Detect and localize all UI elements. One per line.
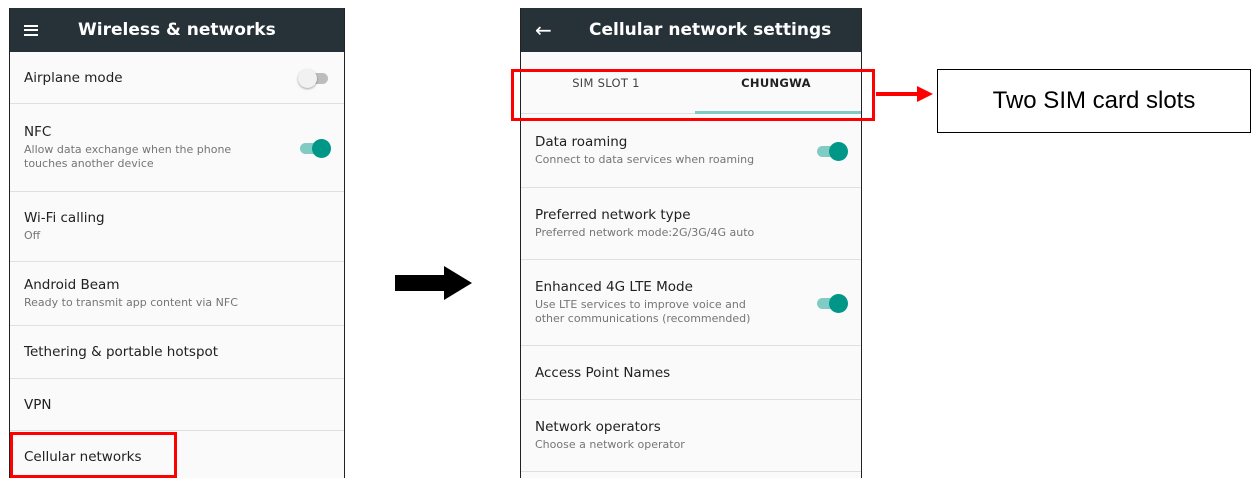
- android-beam-item[interactable]: Android Beam Ready to transmit app conte…: [10, 262, 344, 326]
- vpn-item[interactable]: VPN: [10, 379, 344, 431]
- item-summary: Off: [24, 228, 41, 242]
- sim-tabs-highlight: [511, 69, 875, 121]
- item-summary: Connect to data services when roaming: [535, 152, 755, 166]
- item-label: Preferred network type: [535, 206, 691, 223]
- data-roaming-item[interactable]: Data roaming Connect to data services wh…: [521, 114, 861, 188]
- item-label: Airplane mode: [24, 69, 123, 86]
- item-label: Wi-Fi calling: [24, 209, 105, 226]
- item-label: VPN: [24, 396, 52, 413]
- preferred-network-type-item[interactable]: Preferred network type Preferred network…: [521, 188, 861, 260]
- item-summary: Ready to transmit app content via NFC: [24, 295, 238, 309]
- callout-arrowhead-icon: [917, 86, 933, 102]
- next-step-arrowhead-icon: [444, 266, 472, 300]
- network-operators-item[interactable]: Network operators Choose a network opera…: [521, 400, 861, 472]
- airplane-mode-toggle[interactable]: [298, 68, 330, 88]
- item-summary: Use LTE services to improve voice and ot…: [535, 297, 751, 325]
- tethering-hotspot-item[interactable]: Tethering & portable hotspot: [10, 326, 344, 379]
- page-title: Wireless & networks: [78, 20, 276, 40]
- item-label: Data roaming: [535, 133, 628, 150]
- airplane-mode-item[interactable]: Airplane mode: [10, 52, 344, 104]
- nfc-toggle[interactable]: [298, 138, 331, 158]
- item-summary: Preferred network mode:2G/3G/4G auto: [535, 225, 755, 239]
- enhanced-4g-lte-item[interactable]: Enhanced 4G LTE Mode Use LTE services to…: [521, 260, 861, 346]
- wireless-networks-screen: Wireless & networks Airplane mode NFC Al…: [9, 8, 345, 478]
- item-label: Network operators: [535, 418, 661, 435]
- app-bar: Wireless & networks: [10, 8, 344, 52]
- hamburger-menu-icon[interactable]: [24, 24, 64, 36]
- item-label: Tethering & portable hotspot: [24, 344, 219, 360]
- item-label: Enhanced 4G LTE Mode: [535, 278, 693, 295]
- next-step-arrow-icon: [395, 275, 445, 291]
- cellular-networks-highlight: [10, 432, 177, 478]
- access-point-names-item[interactable]: Access Point Names: [521, 346, 861, 400]
- callout-arrow-icon: [876, 92, 918, 96]
- back-arrow-icon[interactable]: ←: [535, 20, 575, 40]
- data-roaming-toggle[interactable]: [815, 141, 848, 161]
- sim-slots-callout: Two SIM card slots: [937, 69, 1251, 133]
- item-label: Access Point Names: [535, 364, 671, 381]
- item-label: NFC: [24, 123, 52, 140]
- wifi-calling-item[interactable]: Wi-Fi calling Off: [10, 192, 344, 262]
- page-title: Cellular network settings: [589, 20, 832, 40]
- nfc-item[interactable]: NFC Allow data exchange when the phone t…: [10, 104, 344, 192]
- item-summary: Allow data exchange when the phone touch…: [24, 142, 232, 170]
- item-label: Android Beam: [24, 276, 120, 293]
- enhanced-4g-lte-toggle[interactable]: [815, 293, 848, 313]
- item-summary: Choose a network operator: [535, 437, 685, 451]
- app-bar: ← Cellular network settings: [521, 8, 861, 52]
